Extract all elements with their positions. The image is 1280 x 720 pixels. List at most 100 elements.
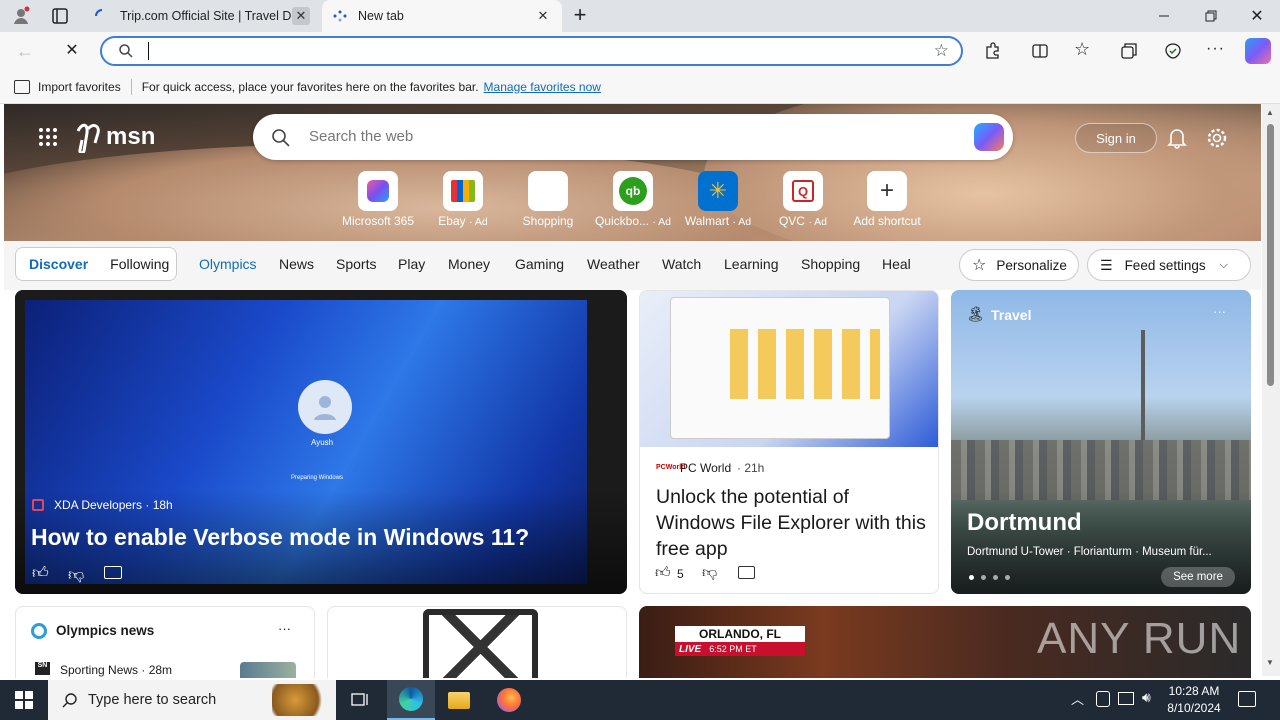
travel-title[interactable]: Dortmund [967, 509, 1082, 537]
msn-logo[interactable]: msn [76, 121, 155, 153]
favorites-icon[interactable]: ☆ [1074, 39, 1094, 61]
nav-weather[interactable]: Weather [587, 256, 640, 272]
search-icon [62, 693, 77, 708]
video-card-fox[interactable]: ORLANDO, FL LIVE 6:52 PM ET ANY RUN [639, 606, 1251, 678]
nav-health[interactable]: Heal [882, 256, 911, 272]
address-input[interactable] [148, 42, 149, 60]
more-options-icon[interactable]: ··· [278, 621, 291, 636]
shortcut-qvc[interactable]: Q QVC · Ad [763, 171, 843, 228]
notifications-center-icon[interactable] [1238, 691, 1256, 707]
see-more-button[interactable]: See more [1161, 567, 1235, 587]
shortcut-quickbooks[interactable]: qb Quickbo... · Ad [593, 171, 673, 228]
volume-icon[interactable]: 🔊︎ [1142, 689, 1151, 706]
article-title[interactable]: How to enable Verbose mode in Windows 11… [31, 524, 529, 551]
more-options-icon[interactable]: ··· [1213, 304, 1226, 319]
close-window-icon[interactable]: ✕ [1246, 6, 1268, 26]
msn-search-input[interactable]: Search the web [309, 128, 413, 145]
feed-settings-button[interactable]: ☰ Feed settings ⌵ [1087, 249, 1251, 281]
scroll-down-icon[interactable]: ▼ [1266, 658, 1274, 667]
task-view-icon[interactable] [336, 680, 384, 720]
import-favorites-button[interactable]: Import favorites [38, 80, 121, 94]
collections-icon[interactable] [1119, 41, 1139, 61]
scroll-up-icon[interactable]: ▲ [1266, 108, 1274, 117]
tab-tripcom[interactable]: Trip.com Official Site | Travel Deal ✕ [84, 0, 320, 32]
comment-icon[interactable] [104, 566, 122, 579]
copilot-search-icon[interactable] [974, 123, 1004, 151]
personalize-button[interactable]: ☆ Personalize [959, 249, 1079, 281]
nav-sports[interactable]: Sports [336, 256, 376, 272]
favorite-star-icon[interactable]: ☆ [934, 41, 949, 61]
copilot-icon[interactable] [1245, 38, 1271, 64]
shortcut-walmart[interactable]: ✳ Walmart · Ad [678, 171, 758, 228]
app-launcher-icon[interactable] [38, 127, 58, 147]
show-hidden-icons-icon[interactable]: ︿ [1071, 689, 1084, 708]
sign-in-button[interactable]: Sign in [1075, 123, 1157, 153]
profile-icon[interactable] [8, 5, 34, 27]
system-clock[interactable]: 10:28 AM 8/10/2024 [1164, 683, 1224, 717]
nav-news[interactable]: News [279, 256, 314, 272]
address-bar[interactable]: ☆ [100, 36, 963, 66]
msn-logo-text: msn [106, 123, 156, 150]
notifications-bell-icon[interactable] [1167, 127, 1187, 149]
carousel-dots[interactable] [969, 575, 1010, 580]
following-tab[interactable]: Following [110, 256, 169, 272]
olympics-news-title[interactable]: Olympics news [56, 623, 154, 638]
network-icon[interactable] [1118, 692, 1134, 705]
ad-card-product[interactable] [327, 606, 627, 678]
article-card-xda[interactable]: Ayush Preparing Windows XDA Developers ·… [15, 290, 627, 594]
nav-money[interactable]: Money [448, 256, 490, 272]
shortcut-add[interactable]: + Add shortcut [847, 171, 927, 228]
new-tab-icon[interactable]: + [569, 4, 591, 28]
taskbar-search-box[interactable]: Type here to search [48, 680, 336, 720]
split-screen-icon[interactable] [1030, 41, 1050, 61]
travel-tag[interactable]: Travel [991, 307, 1031, 323]
import-favorites-icon[interactable] [14, 79, 30, 94]
discover-tab[interactable]: Discover [29, 256, 88, 272]
like-icon[interactable]: 👍︎ [32, 564, 49, 583]
sign-in-label: Sign in [1096, 130, 1136, 146]
dislike-icon[interactable]: 👎︎ [702, 564, 717, 582]
stop-loading-icon[interactable]: ✕ [60, 40, 84, 62]
windows-start-icon[interactable] [0, 680, 48, 720]
back-icon[interactable]: ← [16, 41, 40, 61]
file-explorer-icon[interactable] [435, 680, 483, 720]
nav-play[interactable]: Play [398, 256, 425, 272]
tab-actions-icon[interactable] [50, 6, 70, 26]
restore-icon[interactable] [1198, 8, 1222, 24]
nav-olympics[interactable]: Olympics [199, 256, 257, 272]
firefox-icon[interactable] [485, 680, 533, 720]
like-icon[interactable]: 👍︎ [655, 564, 671, 582]
close-tab-icon[interactable]: ✕ [534, 7, 552, 25]
olympics-news-card[interactable]: Olympics news ··· SN Sporting News · 28m [15, 606, 315, 678]
shortcut-shopping[interactable]: 🏷 Shopping [508, 171, 588, 228]
shortcut-microsoft-365[interactable]: Microsoft 365 [338, 171, 418, 228]
minimize-icon[interactable] [1152, 8, 1176, 24]
nav-watch[interactable]: Watch [662, 256, 701, 272]
manage-favorites-link[interactable]: Manage favorites now [484, 80, 601, 94]
dislike-icon[interactable]: 👎︎ [68, 566, 84, 585]
browser-essentials-icon[interactable] [1163, 41, 1183, 61]
nav-gaming[interactable]: Gaming [515, 256, 564, 272]
shortcut-ebay[interactable]: Ebay · Ad [423, 171, 503, 228]
nav-shopping[interactable]: Shopping [801, 256, 860, 272]
shortcut-label: Ebay [438, 214, 466, 228]
live-badge: LIVE [679, 643, 702, 655]
page-scrollbar[interactable]: ▲ ▼ [1262, 104, 1280, 676]
comment-icon[interactable] [738, 566, 755, 579]
chevron-down-icon: ⌵ [1219, 258, 1228, 271]
scroll-thumb[interactable] [1267, 124, 1274, 386]
article-title[interactable]: Unlock the potential of Windows File Exp… [656, 484, 926, 562]
close-tab-icon[interactable]: ✕ [292, 7, 310, 25]
edge-taskbar-icon[interactable] [387, 680, 435, 720]
article-card-pcworld[interactable]: PCWorld PC World · 21h Unlock the potent… [639, 290, 939, 594]
more-options-icon[interactable]: ··· [1206, 40, 1228, 60]
settings-gear-icon[interactable] [1206, 127, 1228, 149]
anyrun-watermark: ANY RUN [1037, 614, 1242, 663]
msn-search-box[interactable]: Search the web [253, 114, 1013, 160]
nav-learning[interactable]: Learning [724, 256, 779, 272]
tab-new-tab[interactable]: New tab ✕ [322, 0, 562, 32]
extensions-icon[interactable] [982, 41, 1002, 61]
travel-card-dortmund[interactable]: 🏝 Travel ··· Dortmund Dortmund U-Tower ·… [951, 290, 1251, 594]
meet-now-icon[interactable] [1096, 691, 1110, 707]
equipment-rack-image [423, 609, 538, 678]
